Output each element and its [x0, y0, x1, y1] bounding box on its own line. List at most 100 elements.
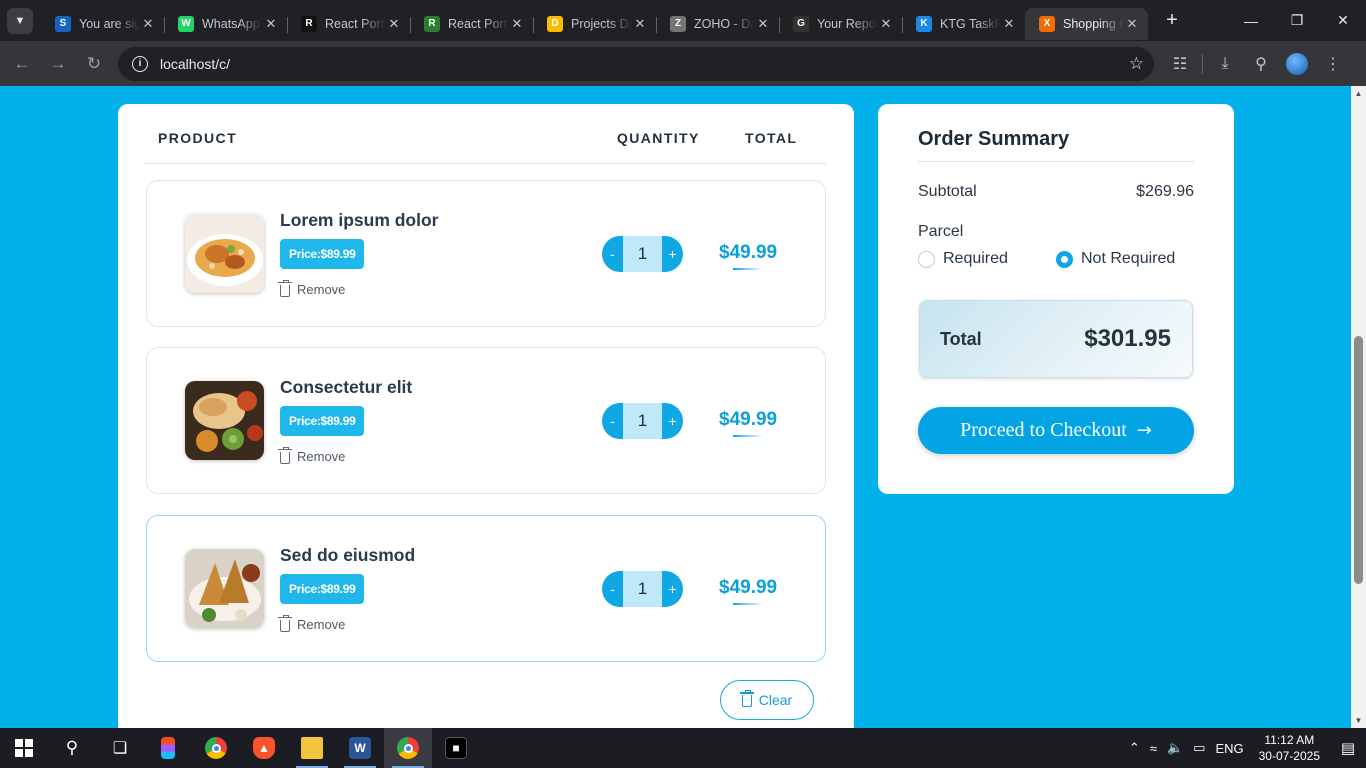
decrement-button[interactable]: - — [602, 236, 623, 272]
tab-search-icon[interactable]: ▼ — [7, 7, 33, 34]
downloads-icon[interactable]: ⤓ — [1207, 46, 1243, 82]
checkout-button[interactable]: Proceed to Checkout → — [918, 407, 1194, 454]
quantity-stepper: - 1 + — [602, 403, 683, 439]
tab-favicon-icon: S — [55, 15, 71, 32]
speaker-muted-icon[interactable]: 🔈 — [1162, 740, 1188, 756]
browser-tab[interactable]: R React Portfolio✕ — [287, 8, 410, 40]
browser-tab[interactable]: Z ZOHO - Dashboard✕ — [656, 8, 779, 40]
wifi-icon[interactable]: ≈ — [1145, 741, 1162, 756]
browser-tab[interactable]: X Shopping Cart✕ — [1025, 7, 1148, 40]
parcel-not-required-option[interactable]: Not Required — [1056, 250, 1175, 268]
notifications-icon[interactable]: ▤ — [1330, 728, 1366, 768]
brave-icon[interactable]: ▲ — [240, 728, 288, 768]
clock[interactable]: 11:12 AM 30-07-2025 — [1249, 732, 1330, 764]
tab-title: React Portfolio — [325, 16, 386, 31]
quantity-value[interactable]: 1 — [623, 571, 662, 607]
site-info-icon[interactable]: i — [132, 55, 148, 72]
radio-unchecked-icon[interactable] — [918, 250, 935, 268]
browser-tab[interactable]: K KTG TaskFlow✕ — [902, 8, 1025, 40]
decrement-button[interactable]: - — [602, 403, 623, 439]
close-window-icon[interactable]: ✕ — [1320, 0, 1366, 41]
item-total: $49.99 — [719, 577, 778, 605]
increment-button[interactable]: + — [662, 403, 683, 439]
browser-tab[interactable]: S You are signed in✕ — [41, 8, 164, 40]
tab-close-icon[interactable]: ✕ — [1001, 16, 1017, 32]
file-explorer-icon[interactable] — [288, 728, 336, 768]
tab-favicon-icon: D — [547, 15, 563, 32]
quantity-stepper: - 1 + — [602, 236, 683, 272]
tab-close-icon[interactable]: ✕ — [386, 16, 402, 32]
order-summary-panel: Order Summary Subtotal $269.96 Parcel Re… — [878, 104, 1234, 494]
browser-tab[interactable]: G Your Repositories✕ — [779, 8, 902, 40]
browser-tab[interactable]: R React Portfolio✕ — [410, 8, 533, 40]
total-value: $301.95 — [1084, 325, 1171, 352]
restore-icon[interactable]: ❐ — [1274, 0, 1320, 41]
extensions-icon[interactable]: ☷ — [1162, 46, 1198, 82]
search-icon[interactable]: ⚲ — [48, 728, 96, 768]
scroll-thumb[interactable] — [1354, 336, 1363, 584]
item-total: $49.99 — [719, 409, 778, 437]
url-text[interactable]: localhost/c/ — [160, 56, 1129, 72]
system-tray: ⌃ ≈ 🔈 ▭ ENG 11:12 AM 30-07-2025 ▤ — [1124, 728, 1366, 768]
language-indicator[interactable]: ENG — [1210, 741, 1248, 756]
tab-close-icon[interactable]: ✕ — [632, 16, 648, 32]
task-view-icon[interactable]: ❏ — [96, 728, 144, 768]
arrow-right-icon: → — [1136, 420, 1152, 441]
browser-tab[interactable]: D Projects Drive✕ — [533, 8, 656, 40]
clear-label: Clear — [758, 692, 793, 708]
figma-icon[interactable] — [144, 728, 192, 768]
tab-close-icon[interactable]: ✕ — [1124, 16, 1140, 32]
windows-taskbar: ⚲ ❏ ▲ W ■ ⌃ ≈ 🔈 ▭ ENG 11:12 AM 30-07-202… — [0, 728, 1366, 768]
browser-toolbar: ← → ↻ i localhost/c/ ☆ ☷ ⤓ ⚲ ⋮ — [0, 41, 1366, 86]
scroll-down-icon[interactable]: ▼ — [1351, 713, 1366, 728]
tab-favicon-icon: R — [301, 15, 317, 32]
minimize-icon[interactable]: — — [1228, 0, 1274, 41]
subtotal-value: $269.96 — [1136, 183, 1194, 200]
performance-icon[interactable]: ⚲ — [1243, 46, 1279, 82]
thali-platter-image — [185, 381, 264, 460]
browser-menu-icon[interactable]: ⋮ — [1315, 46, 1351, 82]
tab-close-icon[interactable]: ✕ — [878, 16, 894, 32]
quantity-value[interactable]: 1 — [623, 236, 662, 272]
reload-icon[interactable]: ↻ — [76, 46, 112, 82]
address-bar[interactable]: i localhost/c/ ☆ — [118, 46, 1154, 81]
scroll-up-icon[interactable]: ▲ — [1351, 86, 1366, 101]
chrome-icon[interactable] — [192, 728, 240, 768]
clear-cart-button[interactable]: Clear — [720, 680, 814, 720]
forward-icon[interactable]: → — [40, 46, 76, 82]
remove-button[interactable]: Remove — [278, 614, 346, 632]
chrome-active-icon[interactable] — [384, 728, 432, 768]
decrement-button[interactable]: - — [602, 571, 623, 607]
increment-button[interactable]: + — [662, 236, 683, 272]
tab-close-icon[interactable]: ✕ — [140, 16, 156, 32]
parcel-required-option[interactable]: Required — [918, 250, 1008, 268]
profile-avatar[interactable] — [1279, 46, 1315, 82]
new-tab-icon[interactable]: + — [1158, 7, 1186, 35]
browser-tab[interactable]: W WhatsApp ✕ — [164, 8, 287, 40]
quantity-value[interactable]: 1 — [623, 403, 662, 439]
biryani-plate-image — [185, 214, 264, 293]
quantity-stepper: - 1 + — [602, 571, 683, 607]
increment-button[interactable]: + — [662, 571, 683, 607]
cart-panel: PRODUCT QUANTITY TOTAL Lorem ipsum dolor — [118, 104, 854, 728]
page-scrollbar[interactable]: ▲ ▼ — [1351, 86, 1366, 728]
battery-icon[interactable]: ▭ — [1188, 740, 1210, 756]
item-name: Lorem ipsum dolor — [280, 210, 439, 230]
total-box: Total $301.95 — [919, 300, 1193, 378]
tab-close-icon[interactable]: ✕ — [263, 16, 279, 32]
radio-checked-icon[interactable] — [1056, 250, 1073, 268]
terminal-icon[interactable]: ■ — [432, 728, 480, 768]
remove-button[interactable]: Remove — [278, 279, 345, 297]
word-icon[interactable]: W — [336, 728, 384, 768]
page-viewport: PRODUCT QUANTITY TOTAL Lorem ipsum dolor — [0, 86, 1366, 728]
remove-label: Remove — [297, 617, 346, 632]
tab-close-icon[interactable]: ✕ — [755, 16, 771, 32]
bookmark-star-icon[interactable]: ☆ — [1129, 54, 1144, 74]
tab-title: Your Repositories — [817, 16, 878, 31]
tab-close-icon[interactable]: ✕ — [509, 16, 525, 32]
remove-button[interactable]: Remove — [278, 446, 345, 464]
back-icon[interactable]: ← — [4, 46, 40, 82]
start-button[interactable] — [0, 728, 48, 768]
tray-overflow-icon[interactable]: ⌃ — [1124, 740, 1145, 756]
trash-icon — [278, 279, 292, 297]
